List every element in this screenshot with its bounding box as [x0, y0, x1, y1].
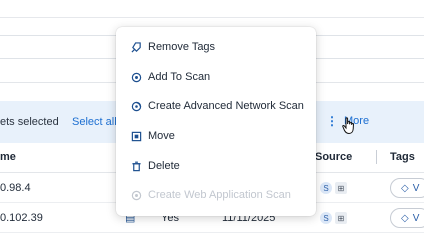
- more-vertical-icon: ⋮: [326, 114, 338, 128]
- asset-name[interactable]: 0.102.39: [0, 212, 43, 224]
- menu-item-create-advanced-network-scan[interactable]: Create Advanced Network Scan: [116, 92, 316, 120]
- tag-icon: ◇: [401, 212, 409, 224]
- source-scanner-icon: ⊞: [335, 182, 347, 194]
- move-icon: [130, 130, 142, 142]
- menu-item-label: Delete: [148, 160, 180, 172]
- source-agent-icon: S: [320, 212, 332, 224]
- tag-label: V: [412, 212, 420, 224]
- column-header-name[interactable]: me: [0, 151, 16, 163]
- column-divider[interactable]: [376, 150, 377, 164]
- trash-icon: [130, 160, 142, 172]
- menu-item-label: Move: [148, 130, 175, 142]
- select-all-link[interactable]: Select all: [72, 116, 117, 128]
- menu-item-label: Remove Tags: [148, 41, 216, 53]
- source-agent-icon: S: [320, 182, 332, 194]
- column-header-source[interactable]: Source: [315, 151, 352, 163]
- tag-chip[interactable]: ◇ V: [390, 178, 424, 198]
- menu-item-label: Create Web Application Scan: [148, 189, 291, 201]
- network-scan-icon: [130, 100, 142, 112]
- tag-remove-icon: [130, 41, 142, 53]
- web-scan-icon: [130, 189, 142, 201]
- menu-item-add-to-scan[interactable]: Add To Scan: [116, 63, 316, 91]
- selected-count-text: ets selected: [0, 116, 59, 128]
- tag-chip[interactable]: ◇ V: [390, 208, 424, 228]
- top-bar: [0, 0, 424, 18]
- source-scanner-icon: ⊞: [335, 212, 347, 224]
- menu-item-move[interactable]: Move: [116, 122, 316, 150]
- menu-item-delete[interactable]: Delete: [116, 152, 316, 180]
- more-actions-menu: Remove Tags Add To Scan Create Advanced …: [116, 27, 316, 216]
- menu-item-label: Create Advanced Network Scan: [148, 100, 304, 112]
- column-header-tags[interactable]: Tags: [390, 151, 415, 163]
- scan-add-icon: [130, 71, 142, 83]
- asset-name[interactable]: 0.98.4: [0, 182, 31, 194]
- hand-cursor-icon: [342, 117, 354, 135]
- tag-icon: ◇: [401, 182, 409, 194]
- menu-item-label: Add To Scan: [148, 71, 211, 83]
- tag-label: V: [412, 182, 420, 194]
- menu-item-create-web-application-scan: Create Web Application Scan: [116, 181, 316, 209]
- menu-item-remove-tags[interactable]: Remove Tags: [116, 33, 316, 61]
